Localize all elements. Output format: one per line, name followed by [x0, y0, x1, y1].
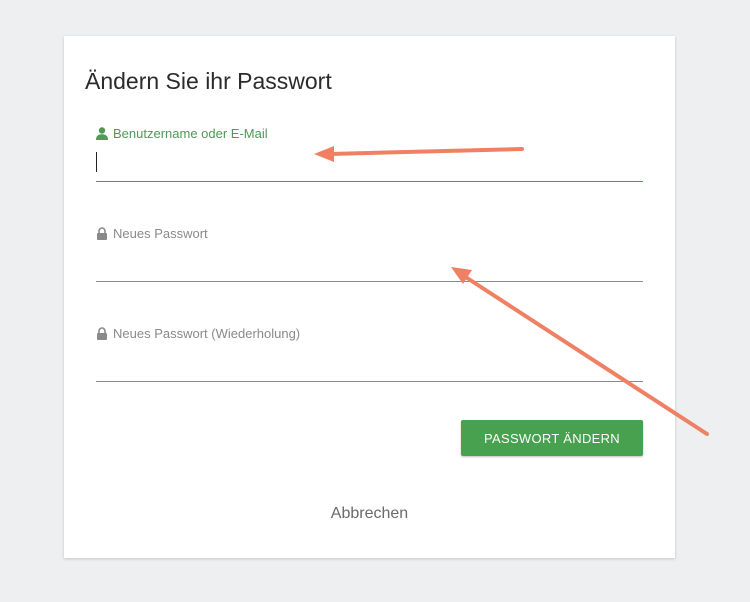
- repeat-password-input[interactable]: [96, 350, 643, 382]
- user-icon: [96, 127, 108, 140]
- repeat-password-label-row: Neues Passwort (Wiederholung): [96, 326, 643, 341]
- repeat-password-field: Neues Passwort (Wiederholung): [96, 326, 643, 382]
- new-password-field: Neues Passwort: [96, 226, 643, 282]
- username-email-input[interactable]: [96, 150, 643, 182]
- new-password-input[interactable]: [96, 250, 643, 282]
- repeat-password-label: Neues Passwort (Wiederholung): [113, 326, 301, 341]
- username-email-label-row: Benutzername oder E-Mail: [96, 126, 643, 141]
- new-password-label-row: Neues Passwort: [96, 226, 643, 241]
- lock-icon: [97, 327, 107, 340]
- cancel-link[interactable]: Abbrechen: [64, 505, 675, 523]
- username-email-field: Benutzername oder E-Mail: [96, 126, 643, 182]
- dialog-title: Ändern Sie ihr Passwort: [85, 68, 332, 94]
- username-email-label: Benutzername oder E-Mail: [113, 126, 268, 141]
- text-cursor: [96, 152, 97, 172]
- password-change-dialog: Ändern Sie ihr Passwort Benutzername ode…: [64, 36, 675, 558]
- lock-icon: [97, 227, 107, 240]
- new-password-label: Neues Passwort: [113, 226, 208, 241]
- change-password-button[interactable]: PASSWORT ÄNDERN: [461, 420, 643, 456]
